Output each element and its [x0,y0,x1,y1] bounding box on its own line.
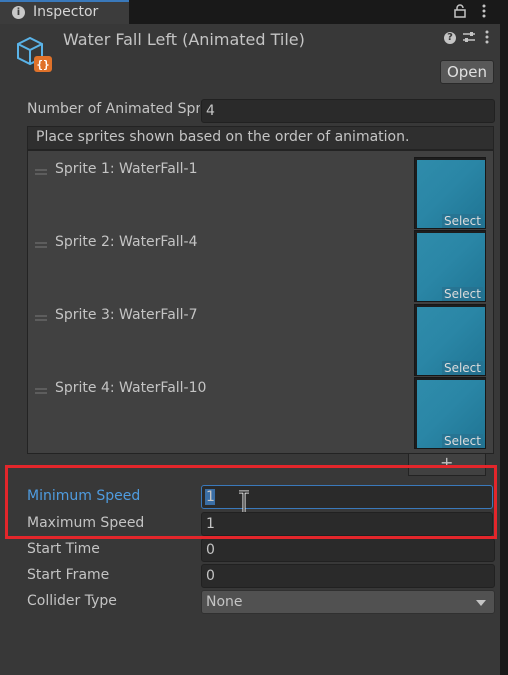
collider-type-dropdown[interactable]: None [201,590,495,614]
highlight-box [5,465,497,539]
sprite-item-label: Sprite 1: WaterFall-1 [55,161,198,177]
drag-handle-icon[interactable] [35,242,47,248]
collider-type-value: None [206,594,243,610]
lock-icon[interactable] [454,4,466,22]
sprite-count-field[interactable]: 4 [201,99,495,123]
sprite-thumbnail[interactable]: Select [414,157,486,229]
kebab-menu-icon[interactable] [482,4,486,22]
tile-asset-icon: {} [14,34,54,78]
sprite-item-label: Sprite 2: WaterFall-4 [55,234,198,250]
sprite-item-label: Sprite 4: WaterFall-10 [55,380,207,396]
select-button[interactable]: Select [441,214,483,228]
start-time-field[interactable]: 0 [201,538,495,562]
sprite-thumbnail[interactable]: Select [414,230,486,302]
sprite-thumbnail[interactable]: Select [414,304,486,376]
start-frame-field[interactable]: 0 [201,564,495,588]
drag-handle-icon[interactable] [35,315,47,321]
open-button[interactable]: Open [440,60,494,84]
asset-header: {} Water Fall Left (Animated Tile) ? Ope… [0,24,500,94]
presets-icon[interactable] [462,30,476,48]
tab-inspector[interactable]: i Inspector [0,0,129,24]
chevron-down-icon [476,600,486,606]
help-icon[interactable]: ? [444,32,456,44]
asset-title: Water Fall Left (Animated Tile) [63,30,305,49]
select-button[interactable]: Select [441,361,483,375]
tab-bar: i Inspector [0,0,508,24]
drag-handle-icon[interactable] [35,388,47,394]
select-button[interactable]: Select [441,434,483,448]
sprite-list-hint: Place sprites shown based on the order o… [36,129,410,145]
select-button[interactable]: Select [441,287,483,301]
sprite-thumbnail[interactable]: Select [414,377,486,449]
svg-text:{}: {} [36,58,49,71]
start-time-label: Start Time [27,541,100,557]
sprite-item-label: Sprite 3: WaterFall-7 [55,307,198,323]
drag-handle-icon[interactable] [35,169,47,175]
sprite-count-label: Number of Animated Sprites [27,101,200,117]
kebab-menu-icon[interactable] [485,30,489,48]
sprite-list-header: Place sprites shown based on the order o… [27,126,494,150]
start-frame-label: Start Frame [27,567,110,583]
sprite-list: Sprite 1: WaterFall-1 Select Sprite 2: W… [27,150,494,454]
info-icon: i [12,6,25,19]
tab-label: Inspector [33,4,99,20]
scrollbar-gutter [500,24,508,675]
collider-type-label: Collider Type [27,593,117,609]
